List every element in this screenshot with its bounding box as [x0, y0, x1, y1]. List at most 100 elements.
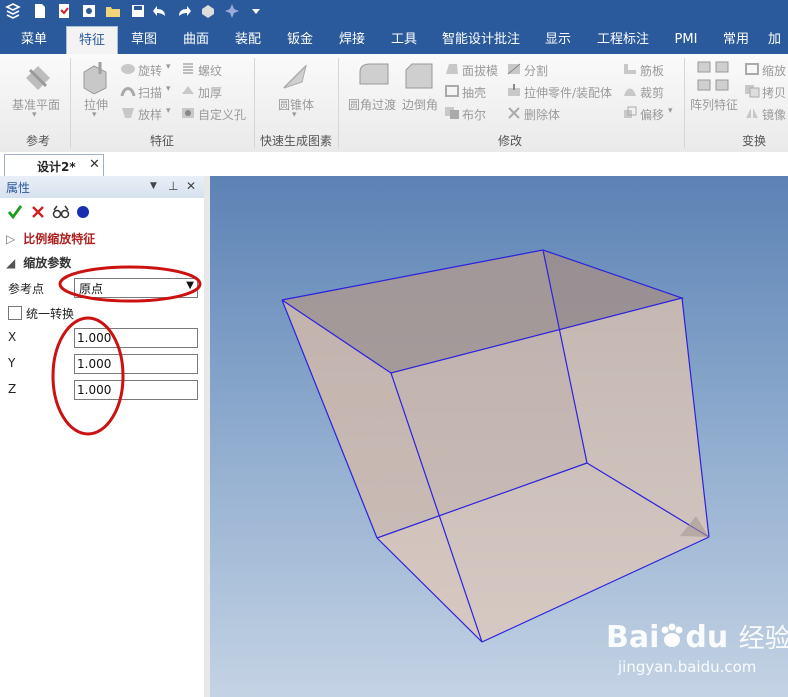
tab-assembly[interactable]: 装配 [226, 24, 270, 54]
customize-dropdown-icon[interactable] [248, 3, 264, 19]
tab-surface[interactable]: 曲面 [174, 24, 218, 54]
z-scale-input[interactable]: 1.000 [74, 380, 198, 400]
chamfer-button[interactable]: 边倒角 [402, 96, 438, 113]
chevron-down-icon[interactable]: ▼ [186, 280, 194, 291]
panel-menu-icon[interactable]: ▼ [150, 181, 157, 191]
panel-title: 属性 [6, 181, 31, 195]
expand-arrow-icon[interactable]: ▷ [6, 232, 15, 246]
chamfer-icon [405, 63, 433, 89]
extrude-to-part-button[interactable]: 拉伸零件/装配体 [524, 84, 612, 101]
trim-button[interactable]: 裁剪 [640, 84, 664, 101]
delete-body-icon [508, 107, 520, 119]
chevron-down-icon[interactable]: ▾ [32, 110, 37, 120]
array-feature-icon [697, 61, 729, 91]
y-label: Y [8, 356, 16, 370]
open-folder-icon[interactable] [105, 3, 121, 19]
extrude-to-part-icon [508, 84, 520, 96]
thread-button[interactable]: 螺纹 [198, 62, 222, 79]
revolve-button[interactable]: 旋转 [138, 62, 162, 79]
tab-feature[interactable]: 特征 [66, 26, 118, 55]
copy-button[interactable]: 拷贝 [762, 84, 786, 101]
redo-icon[interactable] [176, 3, 192, 19]
property-panel: 属性 ▼ ⊥ ✕ ▷ 比例缩放特征 ◢ 缩放参数 参考点 原点 ▼ 统一转换 X 1… [0, 176, 205, 697]
chevron-down-icon[interactable]: ▾ [166, 106, 171, 116]
paw-icon [661, 623, 683, 647]
x-scale-value: 1.000 [77, 331, 112, 345]
boolean-button[interactable]: 布尔 [462, 106, 486, 123]
uniform-transform-checkbox[interactable] [8, 306, 22, 320]
fillet-button[interactable]: 圆角过渡 [348, 96, 396, 113]
array-feature-button[interactable]: 阵列特征 [690, 96, 738, 113]
shell-icon [445, 85, 459, 97]
rib-icon [624, 64, 636, 74]
tab-weld[interactable]: 焊接 [330, 24, 374, 54]
scale-button[interactable]: 缩放 [762, 62, 786, 79]
chevron-down-icon[interactable]: ▾ [166, 62, 171, 72]
z-scale-value: 1.000 [77, 383, 112, 397]
chevron-down-icon[interactable]: ▾ [166, 84, 171, 94]
ribbon-panel: 基准平面 ▾ 参考 拉伸 ▾ 旋转 ▾ 扫描 ▾ 放样 ▾ 螺纹 加厚 自定义孔… [0, 54, 788, 153]
document-tab[interactable]: 设计2* ✕ [4, 154, 104, 177]
tab-smart-design[interactable]: 智能设计批注 [436, 24, 526, 54]
tab-sketch[interactable]: 草图 [122, 24, 166, 54]
x-scale-input[interactable]: 1.000 [74, 328, 198, 348]
offset-button[interactable]: 偏移 [640, 106, 664, 123]
mirror-button[interactable]: 镜像 [762, 106, 786, 123]
loft-button[interactable]: 放样 [138, 106, 162, 123]
face-draft-button[interactable]: 面拔模 [462, 62, 498, 79]
sweep-button[interactable]: 扫描 [138, 84, 162, 101]
preview-glasses-icon[interactable] [52, 204, 70, 220]
trim-icon [624, 88, 636, 96]
save-icon[interactable] [130, 3, 146, 19]
watermark-url: jingyan.baidu.com [618, 658, 757, 676]
chevron-down-icon[interactable]: ▾ [92, 110, 97, 120]
pin-icon[interactable]: ⊥ [168, 179, 178, 193]
split-icon [507, 63, 521, 75]
tab-more[interactable]: 加 [768, 24, 788, 54]
confirm-check-icon[interactable] [7, 204, 23, 220]
thicken-button[interactable]: 加厚 [198, 84, 222, 101]
new-file-icon[interactable] [32, 3, 48, 19]
collapse-arrow-icon[interactable]: ◢ [6, 256, 15, 270]
close-icon[interactable]: ✕ [89, 157, 100, 172]
chevron-down-icon[interactable]: ▾ [292, 110, 297, 120]
reference-plane-icon [26, 66, 50, 90]
ref-point-select[interactable]: 原点 ▼ [74, 278, 198, 298]
ribbon-tab-bar: 菜单 特征 草图 曲面 装配 钣金 焊接 工具 智能设计批注 显示 工程标注 P… [0, 24, 788, 55]
rib-button[interactable]: 筋板 [640, 62, 664, 79]
chevron-down-icon[interactable]: ▾ [668, 106, 673, 116]
tab-display[interactable]: 显示 [536, 24, 580, 54]
y-scale-input[interactable]: 1.000 [74, 354, 198, 374]
group-feature: 特征 [150, 134, 175, 148]
ref-point-value: 原点 [79, 282, 104, 296]
close-icon[interactable]: ✕ [186, 179, 196, 193]
new-template-icon[interactable] [56, 3, 72, 19]
scale-feature-section[interactable]: ▷ 比例缩放特征 [6, 230, 95, 247]
apply-dot-icon[interactable] [75, 204, 91, 220]
3d-viewport[interactable]: Bai du 经验 jingyan.baidu.com [210, 176, 788, 697]
tab-pmi[interactable]: PMI [666, 24, 706, 54]
app-menu-icon[interactable] [5, 3, 21, 19]
scale-feature-header: 比例缩放特征 [23, 232, 96, 246]
scale-params-section[interactable]: ◢ 缩放参数 [6, 254, 71, 271]
cancel-x-icon[interactable] [30, 204, 46, 220]
render-icon[interactable] [200, 3, 216, 19]
document-tab-strip: 设计2* ✕ [0, 152, 788, 178]
tab-common[interactable]: 常用 [714, 24, 758, 54]
split-button[interactable]: 分割 [524, 62, 548, 79]
uniform-transform-label: 统一转换 [26, 307, 75, 321]
quick-access-toolbar [0, 0, 788, 24]
tab-tools[interactable]: 工具 [382, 24, 426, 54]
print-preview-icon[interactable] [81, 3, 97, 19]
ref-point-label: 参考点 [8, 282, 45, 296]
tab-sheet-metal[interactable]: 钣金 [278, 24, 322, 54]
custom-hole-button[interactable]: 自定义孔 [198, 106, 246, 123]
group-modify: 修改 [498, 134, 523, 148]
undo-icon[interactable] [152, 3, 168, 19]
sparkle-icon[interactable] [224, 3, 240, 19]
delete-body-button[interactable]: 删除体 [524, 106, 560, 123]
loft-icon [122, 108, 134, 118]
tab-annotation[interactable]: 工程标注 [590, 24, 656, 54]
shell-button[interactable]: 抽壳 [462, 84, 486, 101]
tab-menu[interactable]: 菜单 [12, 24, 56, 54]
